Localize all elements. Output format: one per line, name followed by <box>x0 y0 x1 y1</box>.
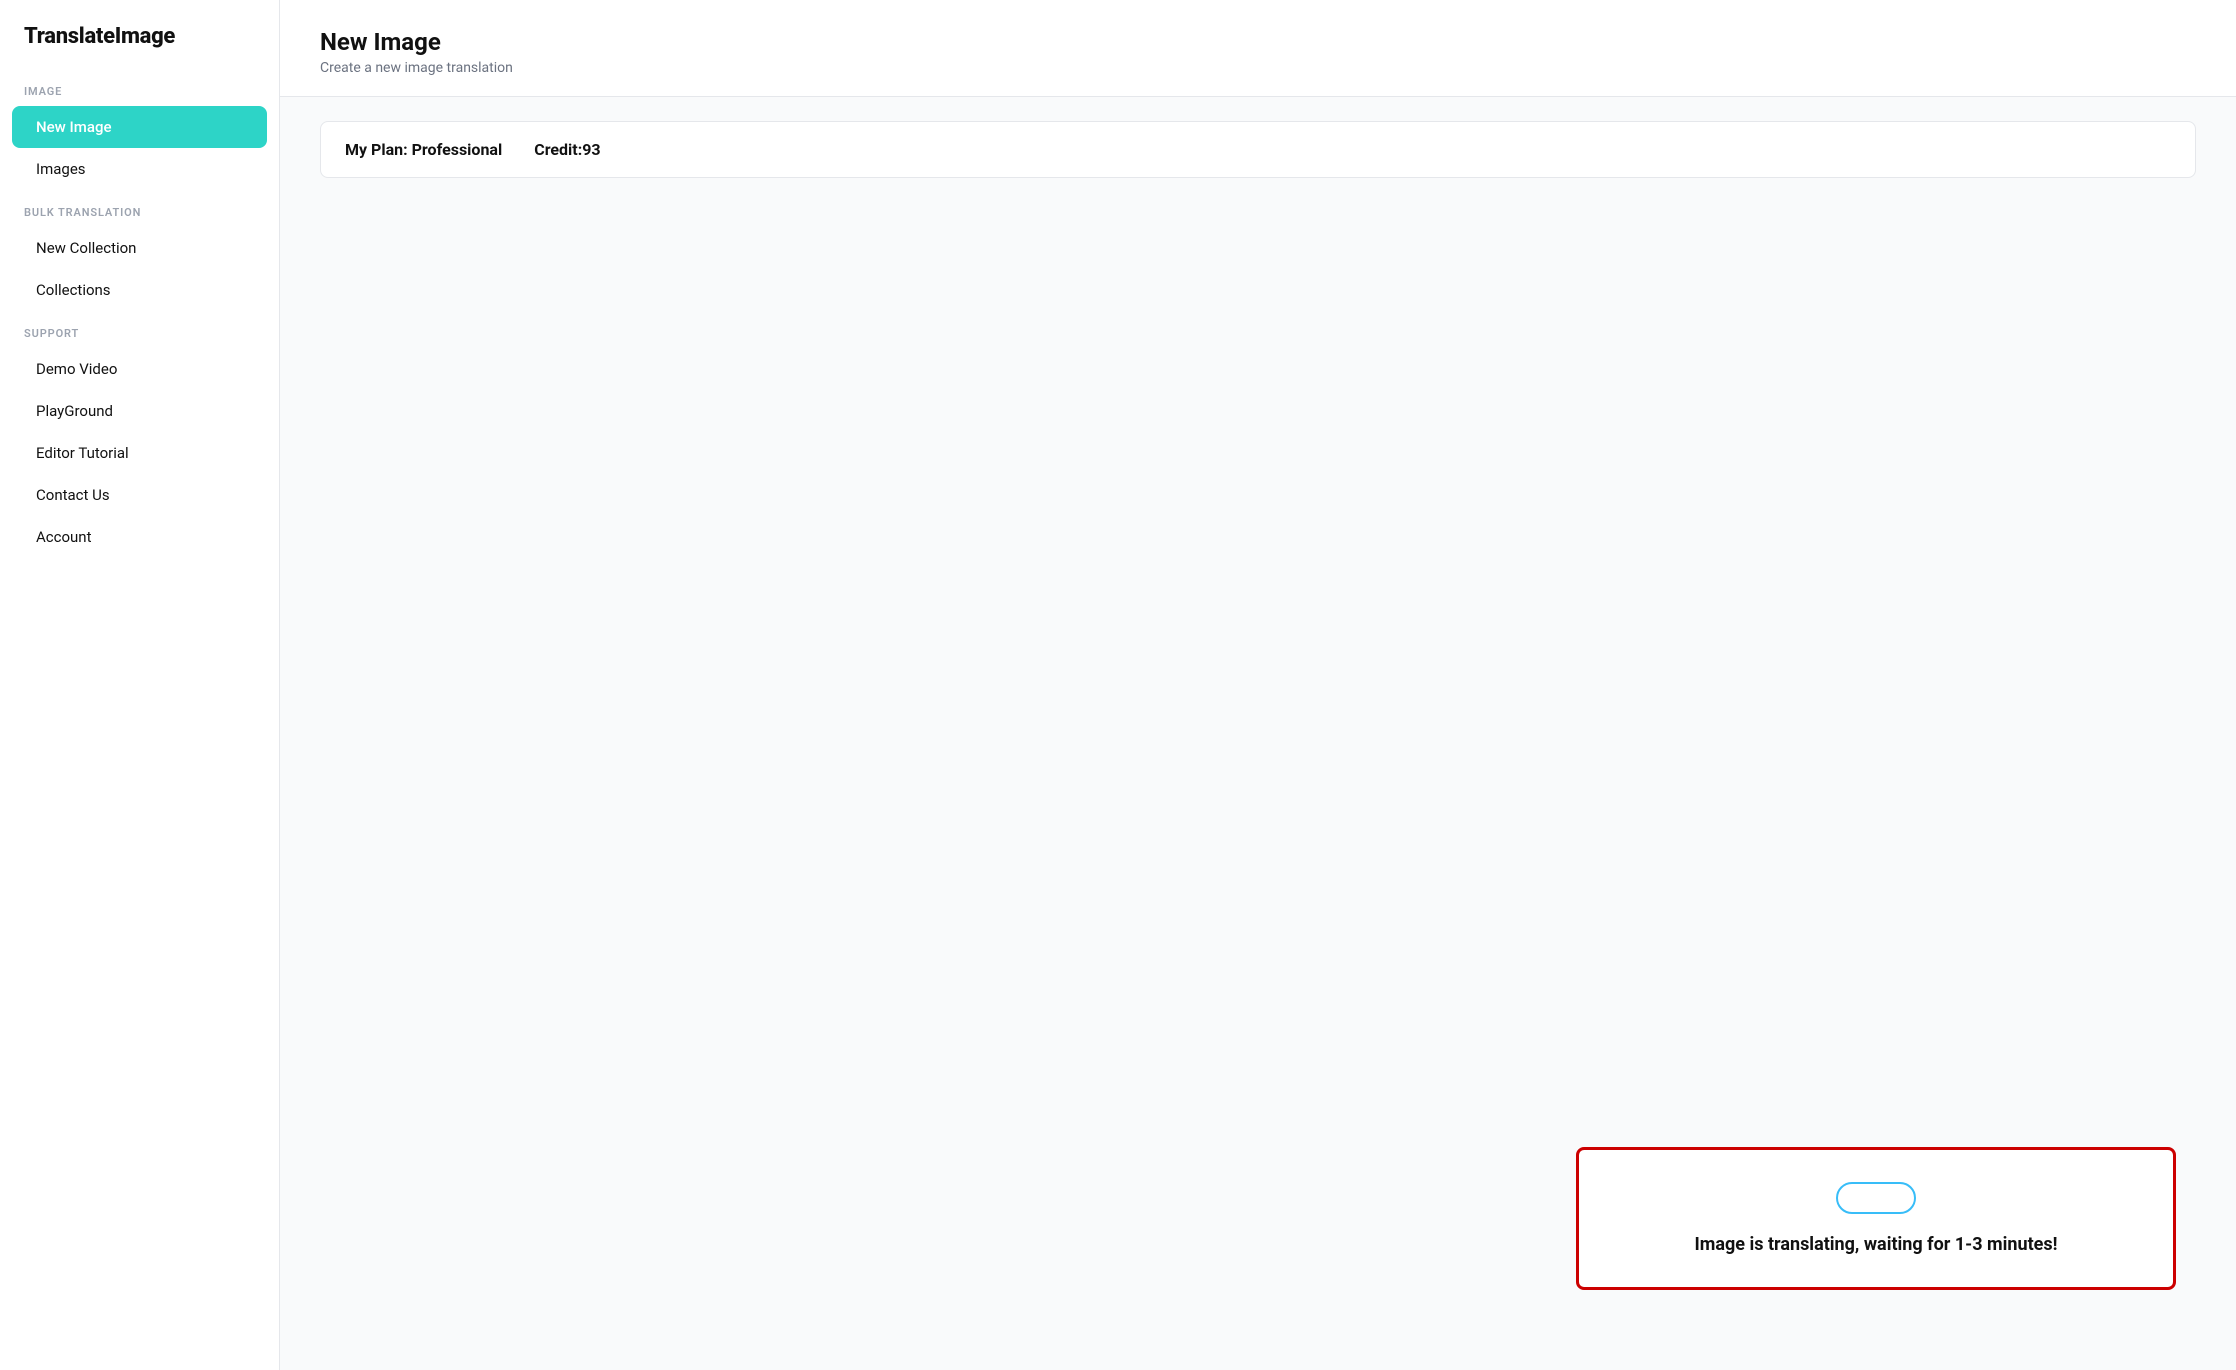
page-title: New Image <box>320 28 2196 56</box>
app-logo: TranslateImage <box>0 0 279 69</box>
sidebar-item-new-collection[interactable]: New Collection <box>12 227 267 269</box>
sidebar-item-demo-video[interactable]: Demo Video <box>12 348 267 390</box>
main-body: My Plan: Professional Credit:93 Image is… <box>280 97 2236 1370</box>
sidebar: TranslateImage IMAGE New Image Images BU… <box>0 0 280 1370</box>
sidebar-item-images[interactable]: Images <box>12 148 267 190</box>
sidebar-item-contact-us[interactable]: Contact Us <box>12 474 267 516</box>
plan-label: My Plan: Professional <box>345 140 502 159</box>
sidebar-section-image: IMAGE <box>0 69 279 106</box>
translation-status-box: Image is translating, waiting for 1-3 mi… <box>1576 1147 2176 1290</box>
loading-indicator <box>1836 1182 1916 1214</box>
sidebar-item-collections[interactable]: Collections <box>12 269 267 311</box>
sidebar-item-editor-tutorial[interactable]: Editor Tutorial <box>12 432 267 474</box>
credit-label: Credit:93 <box>534 140 600 159</box>
sidebar-section-bulk-translation: BULK TRANSLATION <box>0 190 279 227</box>
sidebar-item-playground[interactable]: PlayGround <box>12 390 267 432</box>
plan-card: My Plan: Professional Credit:93 <box>320 121 2196 178</box>
main-content: New Image Create a new image translation… <box>280 0 2236 1370</box>
translation-message: Image is translating, waiting for 1-3 mi… <box>1695 1234 2058 1255</box>
sidebar-item-new-image[interactable]: New Image <box>12 106 267 148</box>
page-header: New Image Create a new image translation <box>280 0 2236 97</box>
page-subtitle: Create a new image translation <box>320 60 2196 76</box>
translation-status-container: Image is translating, waiting for 1-3 mi… <box>1576 1147 2176 1290</box>
sidebar-section-support: SUPPORT <box>0 311 279 348</box>
sidebar-item-account[interactable]: Account <box>12 516 267 558</box>
